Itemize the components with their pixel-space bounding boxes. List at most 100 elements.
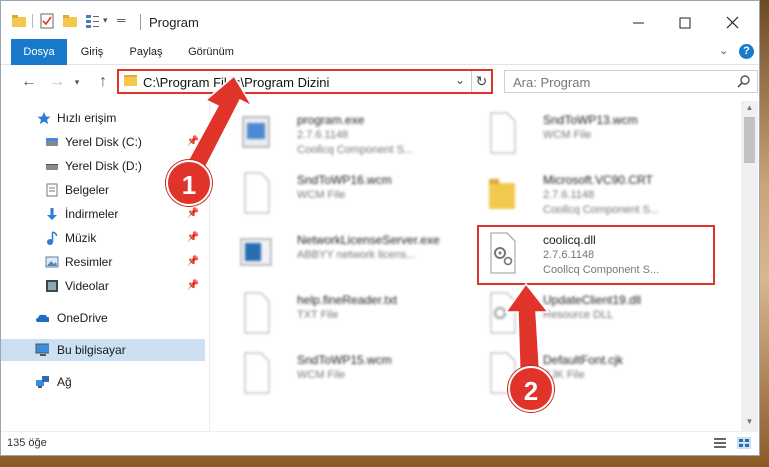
qa-separator — [32, 14, 33, 28]
pin-icon[interactable]: 📌 — [187, 227, 199, 249]
file-detail: Resource DLL — [543, 309, 614, 321]
scroll-up-icon[interactable]: ▲ — [741, 101, 758, 115]
sidebar-item-pictures[interactable]: Resimler 📌 — [1, 251, 205, 273]
close-icon — [726, 16, 739, 29]
tab-paylas[interactable]: Paylaş — [121, 39, 171, 65]
file-detail: Coollcq Component S... — [297, 144, 414, 156]
up-button[interactable]: ↑ — [93, 73, 113, 91]
file-icon — [244, 172, 270, 214]
maximize-button[interactable] — [665, 9, 705, 37]
minimize-button[interactable] — [619, 9, 659, 37]
file-item[interactable]: help.fineReader.txt TXT File — [229, 287, 469, 343]
sidebar-item-label: İndirmeler — [65, 207, 119, 221]
tab-gorunum[interactable]: Görünüm — [179, 39, 243, 65]
folder-icon[interactable] — [11, 13, 27, 29]
sidebar-item-this-pc[interactable]: Bu bilgisayar — [1, 339, 205, 361]
large-icons-view-icon[interactable] — [737, 437, 751, 449]
file-icon — [490, 112, 516, 154]
file-item[interactable]: SndToWP16.wcm WCM File — [229, 167, 469, 223]
item-count: 135 öğe — [7, 437, 47, 449]
navigation-pane: Hızlı erişim Yerel Disk (C:) 📌 Yerel Dis… — [1, 101, 209, 431]
videos-icon — [46, 280, 58, 292]
scroll-down-icon[interactable]: ▼ — [741, 415, 758, 429]
sidebar-item-local-disk-c[interactable]: Yerel Disk (C:) 📌 — [1, 131, 205, 153]
tab-dosya[interactable]: Dosya — [11, 39, 67, 65]
drive-icon — [46, 164, 58, 170]
navigation-bar: ← → ▾ ↑ C:\Program Files\Program Dizini … — [1, 65, 759, 97]
file-name: SndToWP13.wcm — [543, 113, 638, 127]
scrollbar-thumb[interactable] — [744, 117, 755, 163]
title-bar: ▾ ═ Program — [1, 1, 759, 39]
drive-icon — [46, 138, 58, 146]
file-detail: TXT File — [297, 309, 339, 321]
back-button[interactable]: ← — [19, 73, 39, 91]
file-detail: 2.7.6.1148 — [297, 129, 349, 141]
sidebar-item-label: Resimler — [65, 255, 113, 269]
minimize-icon — [633, 22, 644, 24]
title-separator — [140, 14, 141, 30]
pin-icon[interactable]: 📌 — [187, 275, 199, 297]
file-name: help.fineReader.txt — [297, 293, 398, 307]
help-icon[interactable]: ? — [739, 44, 754, 59]
recent-locations-icon[interactable]: ▾ — [67, 73, 87, 91]
chevron-down-icon[interactable]: ▾ — [103, 15, 108, 26]
folder-icon — [489, 179, 515, 209]
file-item[interactable]: SndToWP13.wcm WCM File — [475, 107, 715, 163]
star-icon — [37, 112, 51, 124]
file-item[interactable]: UpdateClient19.dll Resource DLL — [475, 287, 715, 343]
sidebar-item-quick-access[interactable]: Hızlı erişim — [1, 107, 205, 129]
close-button[interactable] — [713, 9, 753, 37]
file-name: program.exe — [297, 113, 365, 127]
file-item[interactable]: program.exe 2.7.6.1148 Coollcq Component… — [229, 107, 469, 163]
chevron-down-icon[interactable]: ⌄ — [455, 73, 465, 87]
file-item[interactable]: Microsoft.VC90.CRT 2.7.6.1148 Coollcq Co… — [475, 167, 715, 223]
sidebar-item-label: Müzik — [65, 231, 97, 245]
dll-icon — [490, 292, 516, 334]
sidebar-item-label: Bu bilgisayar — [57, 343, 126, 357]
sidebar-item-label: Videolar — [65, 279, 109, 293]
file-name: NetworkLicenseServer.exe — [297, 233, 440, 247]
sidebar-item-label: Ağ — [57, 375, 72, 389]
search-icon[interactable] — [737, 74, 751, 88]
folder-icon — [124, 75, 137, 86]
file-name: SndToWP15.wcm — [297, 353, 392, 367]
search-input[interactable]: Ara: Program — [513, 75, 590, 90]
file-item[interactable]: SndToWP15.wcm WCM File — [229, 347, 469, 403]
pin-icon[interactable]: 📌 — [187, 203, 199, 225]
sidebar-item-network[interactable]: Ağ — [1, 371, 205, 393]
annotation-badge-1: 1 — [166, 160, 212, 206]
ribbon-expand-icon[interactable]: ⌄ — [719, 44, 728, 57]
new-folder-icon[interactable] — [62, 13, 78, 29]
file-name: UpdateClient19.dll — [543, 293, 642, 307]
app-icon — [240, 238, 272, 266]
pin-icon[interactable]: 📌 — [187, 251, 199, 273]
tab-giris[interactable]: Giriş — [69, 39, 115, 65]
ribbon: Dosya Giriş Paylaş Görünüm ⌄ ? — [1, 39, 759, 65]
music-icon — [47, 231, 58, 245]
status-bar: 135 öğe — [1, 431, 759, 455]
pane-divider[interactable] — [209, 101, 210, 431]
window-title: Program — [149, 15, 199, 30]
sidebar-item-music[interactable]: Müzik 📌 — [1, 227, 205, 249]
search-box[interactable]: Ara: Program — [504, 70, 758, 93]
customize-icon[interactable] — [84, 13, 100, 29]
pictures-icon — [45, 256, 59, 268]
sidebar-item-downloads[interactable]: İndirmeler 📌 — [1, 203, 205, 225]
forward-button[interactable]: → — [47, 73, 67, 91]
downloads-icon — [47, 208, 57, 220]
address-bar[interactable]: C:\Program Files\Program Dizini ⌄ ↻ — [117, 69, 493, 94]
refresh-button[interactable]: ↻ — [471, 71, 491, 92]
sidebar-item-label: Yerel Disk (D:) — [65, 159, 142, 173]
file-icon — [244, 292, 270, 334]
sidebar-item-onedrive[interactable]: OneDrive — [1, 307, 205, 329]
details-view-icon[interactable] — [713, 437, 727, 449]
file-icon — [244, 352, 270, 394]
file-detail: WCM File — [297, 189, 346, 201]
file-name: DefaultFont.cjk — [543, 353, 624, 367]
sidebar-item-videos[interactable]: Videolar 📌 — [1, 275, 205, 297]
file-item[interactable]: NetworkLicenseServer.exe ABBYY network l… — [229, 227, 469, 283]
pin-icon[interactable]: 📌 — [187, 131, 199, 153]
computer-icon — [35, 343, 49, 356]
qa-equals-icon[interactable]: ═ — [117, 13, 126, 27]
properties-icon[interactable] — [39, 13, 55, 29]
